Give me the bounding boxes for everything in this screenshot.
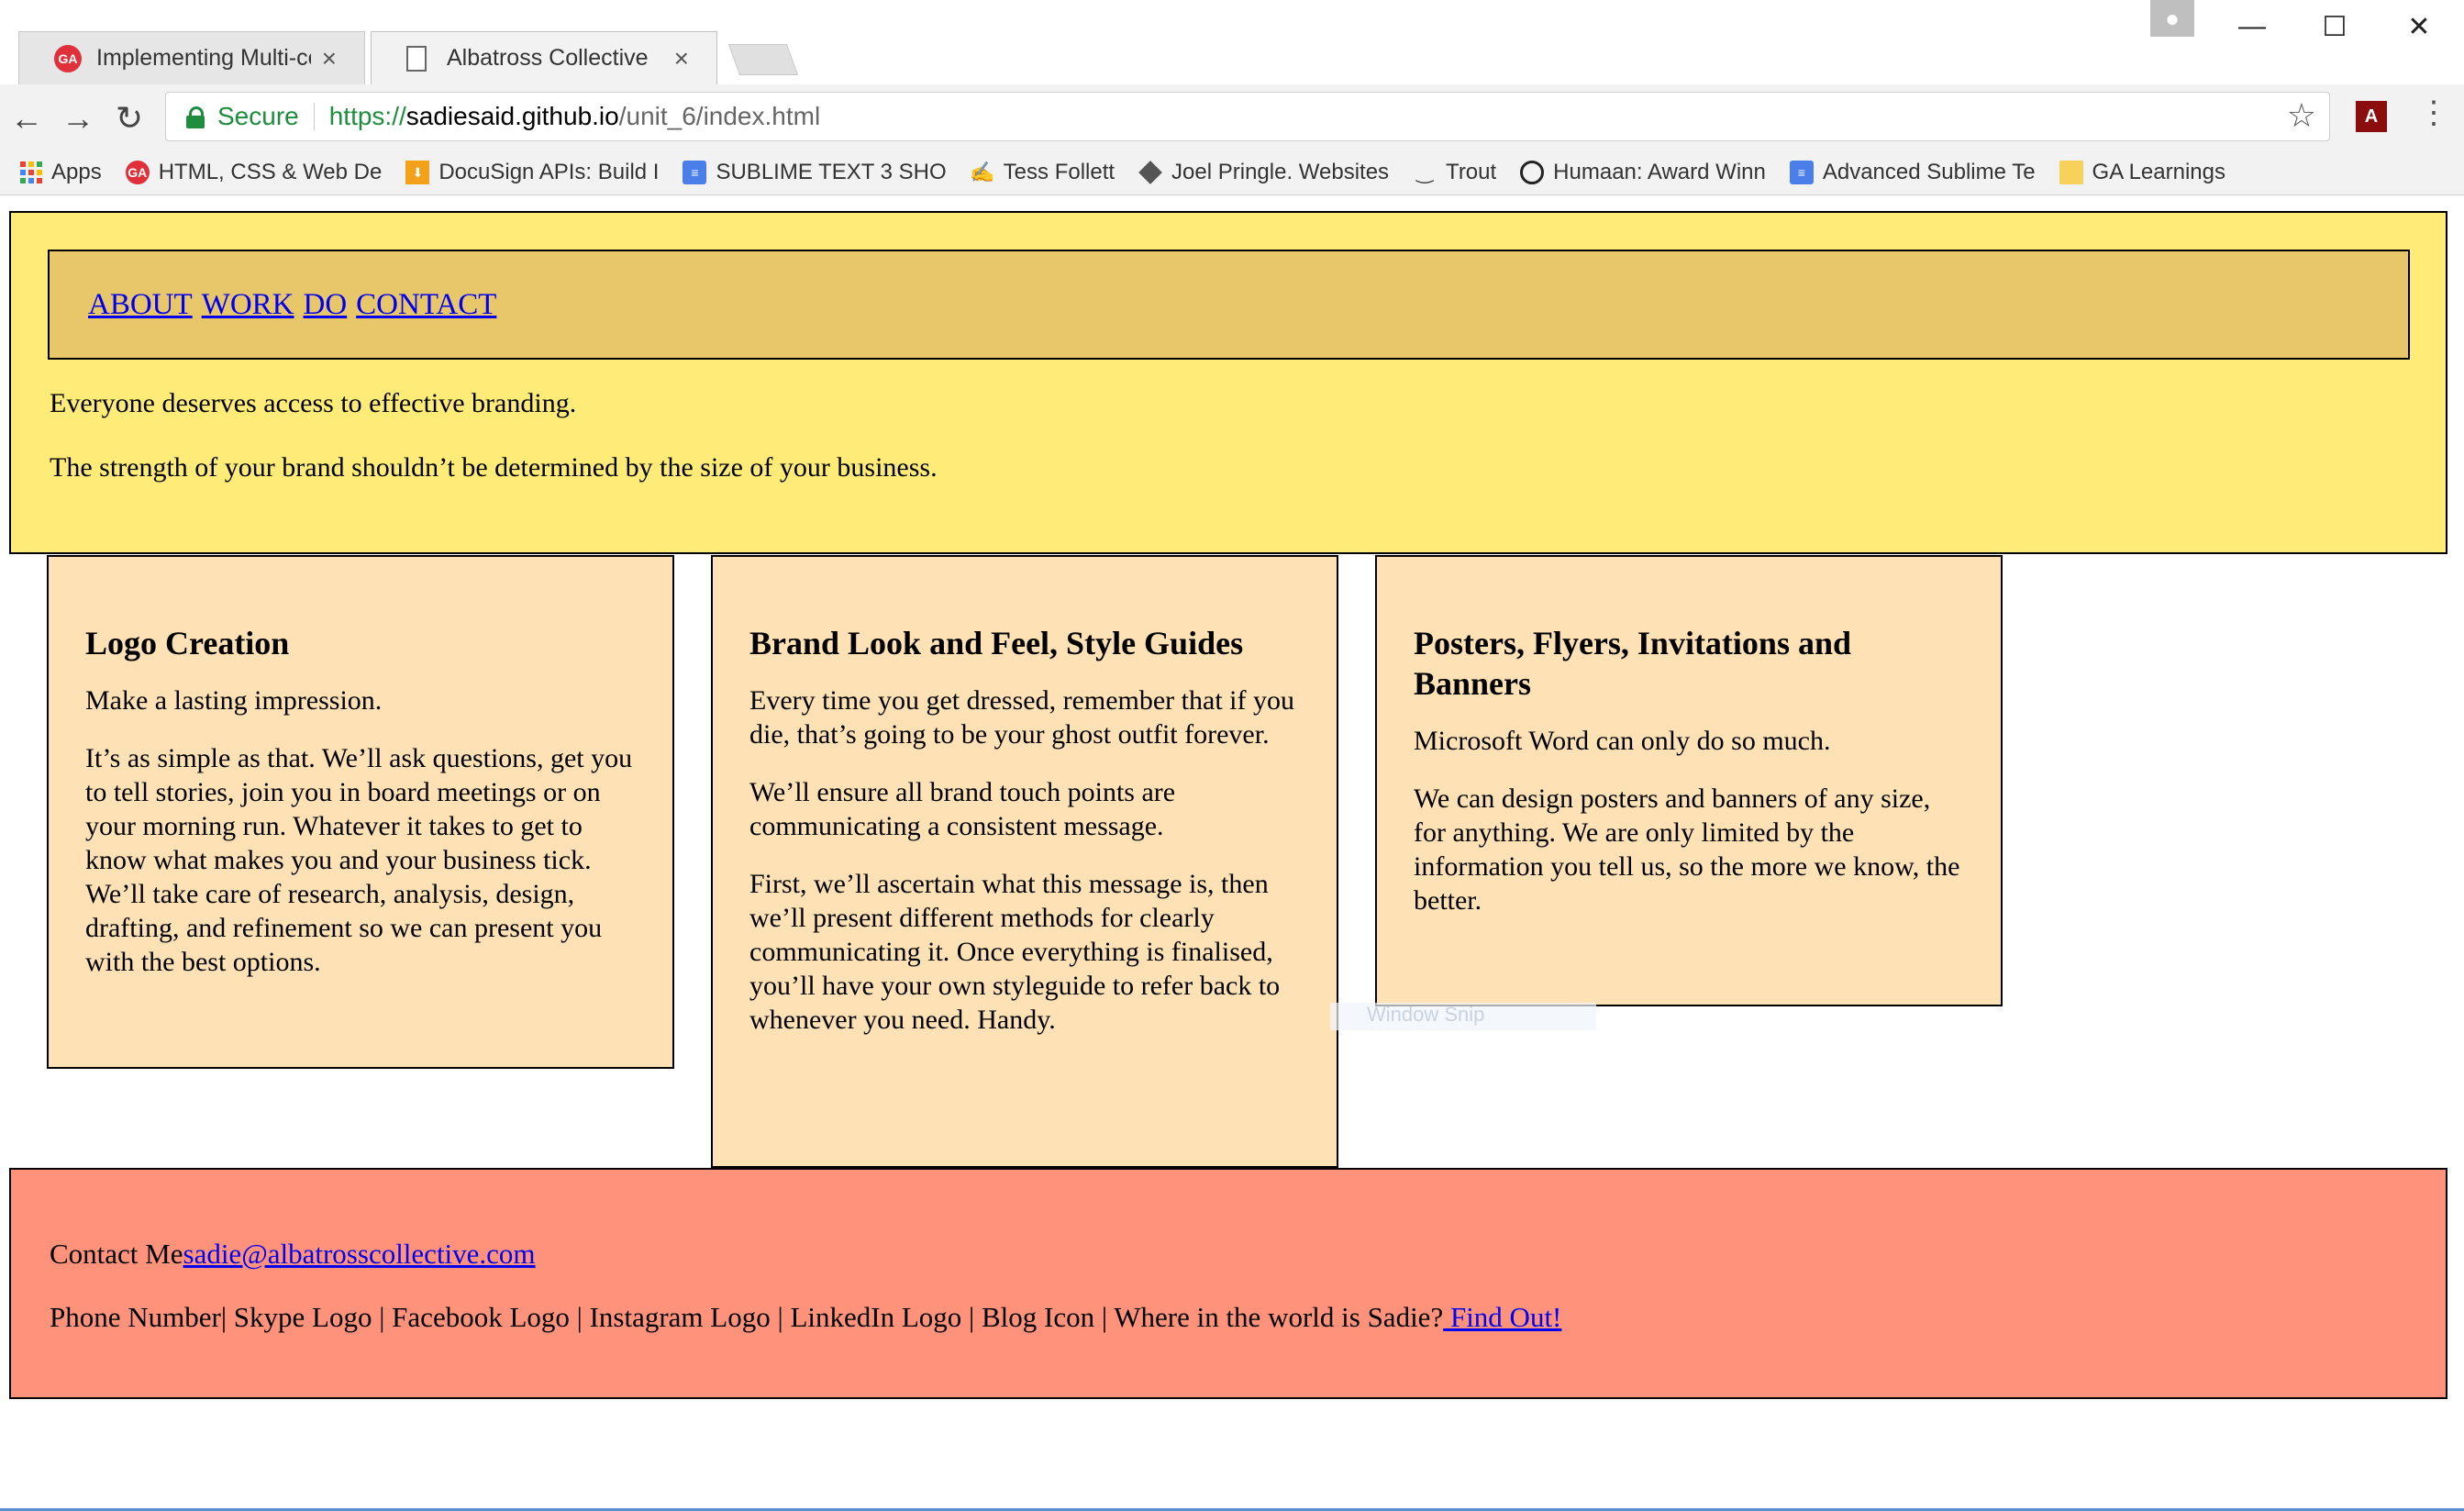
- bookmark-docusign[interactable]: ⬇ DocuSign APIs: Build I: [405, 160, 659, 185]
- bookmark-apps[interactable]: Apps: [20, 160, 102, 185]
- new-tab-button[interactable]: [727, 44, 799, 75]
- bookmark-label: Humaan: Award Winn: [1553, 160, 1766, 184]
- bookmark-label: HTML, CSS & Web De: [158, 160, 383, 184]
- bookmark-trout[interactable]: ‿ Trout: [1413, 160, 1496, 185]
- tab-strip: GA Implementing Multi-colu × Albatross C…: [0, 0, 2464, 84]
- tab-implementing-multi-column[interactable]: GA Implementing Multi-colu ×: [18, 31, 365, 84]
- doc-icon: ≡: [1789, 161, 1814, 184]
- download-icon: ⬇: [405, 161, 430, 184]
- signature-icon: ✍: [969, 161, 995, 183]
- find-out-link[interactable]: Find Out!: [1443, 1301, 1561, 1333]
- card-paragraph: We can design posters and banners of any…: [1414, 783, 1960, 916]
- bookmark-sublime-shortcuts[interactable]: ≡ SUBLIME TEXT 3 SHO: [683, 160, 947, 185]
- apps-icon: [20, 161, 42, 183]
- page-icon: [406, 45, 427, 72]
- bookmark-label: Apps: [51, 160, 102, 184]
- bookmark-label: DocuSign APIs: Build I: [438, 160, 660, 184]
- hero-tagline: Everyone deserves access to effective br…: [50, 388, 577, 418]
- lock-icon: [186, 106, 205, 128]
- profile-icon[interactable]: ●: [2150, 0, 2194, 37]
- bookmark-label: Advanced Sublime Te: [1822, 160, 2036, 184]
- social-line: Phone Number| Skype Logo | Facebook Logo…: [50, 1301, 1561, 1334]
- bookmark-joel-pringle[interactable]: Joel Pringle. Websites: [1138, 160, 1389, 185]
- back-icon[interactable]: ←: [4, 95, 50, 141]
- cube-icon: [1138, 161, 1162, 184]
- site-nav: ABOUT WORK DO CONTACT: [48, 250, 2410, 360]
- bookmark-label: SUBLIME TEXT 3 SHO: [716, 160, 947, 184]
- bookmark-ga-learnings[interactable]: GA Learnings: [2059, 160, 2225, 185]
- bookmark-humaan[interactable]: Humaan: Award Winn: [1520, 160, 1766, 185]
- social-text: Phone Number| Skype Logo | Facebook Logo…: [50, 1301, 1444, 1333]
- reload-icon[interactable]: ↻: [106, 95, 152, 141]
- bookmarks-bar: Apps GA HTML, CSS & Web De ⬇ DocuSign AP…: [0, 150, 2464, 194]
- email-link[interactable]: sadie@albatrosscollective.com: [183, 1238, 536, 1270]
- bookmark-star-icon[interactable]: ☆: [2287, 96, 2316, 135]
- site-footer: Contact Mesadie@albatrosscollective.com …: [9, 1168, 2447, 1399]
- url-domain: sadiesaid.github.io: [405, 102, 619, 130]
- folder-icon: [2059, 161, 2083, 184]
- service-card-logo: Logo Creation Make a lasting impression.…: [47, 555, 674, 1069]
- nav-link-about[interactable]: ABOUT: [88, 288, 193, 322]
- secure-label: Secure: [217, 102, 299, 130]
- forward-icon[interactable]: →: [55, 95, 101, 141]
- bookmark-label: Trout: [1446, 160, 1497, 184]
- nav-link-do[interactable]: DO: [304, 288, 348, 322]
- close-icon[interactable]: ×: [322, 44, 337, 73]
- card-title: Posters, Flyers, Invitations and Banners: [1414, 625, 1851, 702]
- maximize-icon[interactable]: ☐: [2293, 0, 2376, 53]
- card-paragraph: First, we’ll ascertain what this message…: [749, 869, 1281, 1035]
- hero-subtext: The strength of your brand shouldn’t be …: [50, 452, 938, 483]
- card-title: Logo Creation: [85, 625, 290, 661]
- contact-line: Contact Mesadie@albatrosscollective.com: [50, 1238, 536, 1271]
- page-viewport: ABOUT WORK DO CONTACT Everyone deserves …: [0, 195, 2464, 1511]
- bookmark-tess-follett[interactable]: ✍ Tess Follett: [969, 160, 1115, 185]
- address-bar[interactable]: Secure https://sadiesaid.github.io/unit_…: [165, 92, 2330, 141]
- close-window-icon[interactable]: ✕: [2378, 0, 2460, 53]
- circle-logo-icon: [1520, 161, 1545, 184]
- nav-link-work[interactable]: WORK: [202, 288, 294, 322]
- card-paragraph: We’ll ensure all brand touch points are …: [749, 777, 1176, 841]
- browser-toolbar: ← → ↻ Secure https://sadiesaid.github.io…: [0, 84, 2464, 150]
- card-paragraph: Every time you get dressed, remember tha…: [749, 685, 1294, 750]
- card-paragraph: Microsoft Word can only do so much.: [1414, 726, 1831, 756]
- tab-title: Implementing Multi-colu: [96, 45, 311, 71]
- tab-title: Albatross Collective: [447, 45, 649, 71]
- menu-icon[interactable]: ⋮: [2418, 97, 2449, 128]
- card-title: Brand Look and Feel, Style Guides: [749, 625, 1244, 661]
- ga-logo-icon: GA: [54, 44, 82, 72]
- window-snip-overlay: Window Snip: [1330, 1003, 1596, 1030]
- nav-link-contact[interactable]: CONTACT: [356, 288, 496, 322]
- card-paragraph: It’s as simple as that. We’ll ask questi…: [85, 743, 633, 977]
- card-paragraph: Make a lasting impression.: [85, 685, 383, 716]
- service-card-posters: Posters, Flyers, Invitations and Banners…: [1375, 555, 2003, 1006]
- tab-albatross-collective[interactable]: Albatross Collective ×: [371, 31, 717, 84]
- bookmark-label: Joel Pringle. Websites: [1171, 160, 1390, 184]
- contact-label: Contact Me: [50, 1238, 183, 1270]
- url-scheme: https://: [328, 102, 406, 130]
- service-card-brand: Brand Look and Feel, Style Guides Every …: [711, 555, 1338, 1168]
- smile-icon: ‿: [1416, 161, 1433, 183]
- url-path: /unit_6/index.html: [618, 102, 821, 130]
- site-header: ABOUT WORK DO CONTACT Everyone deserves …: [9, 211, 2447, 554]
- bookmark-label: GA Learnings: [2092, 160, 2225, 184]
- minimize-icon[interactable]: —: [2211, 0, 2293, 53]
- divider: [313, 103, 315, 130]
- bookmark-label: Tess Follett: [1003, 160, 1115, 184]
- doc-icon: ≡: [683, 161, 707, 184]
- browser-chrome: GA Implementing Multi-colu × Albatross C…: [0, 0, 2464, 195]
- bookmark-html-css[interactable]: GA HTML, CSS & Web De: [125, 160, 383, 185]
- pdf-extension-icon[interactable]: A: [2356, 101, 2387, 132]
- close-icon[interactable]: ×: [674, 44, 689, 73]
- bookmark-advanced-sublime[interactable]: ≡ Advanced Sublime Te: [1789, 160, 2036, 185]
- ga-logo-icon: GA: [125, 161, 150, 184]
